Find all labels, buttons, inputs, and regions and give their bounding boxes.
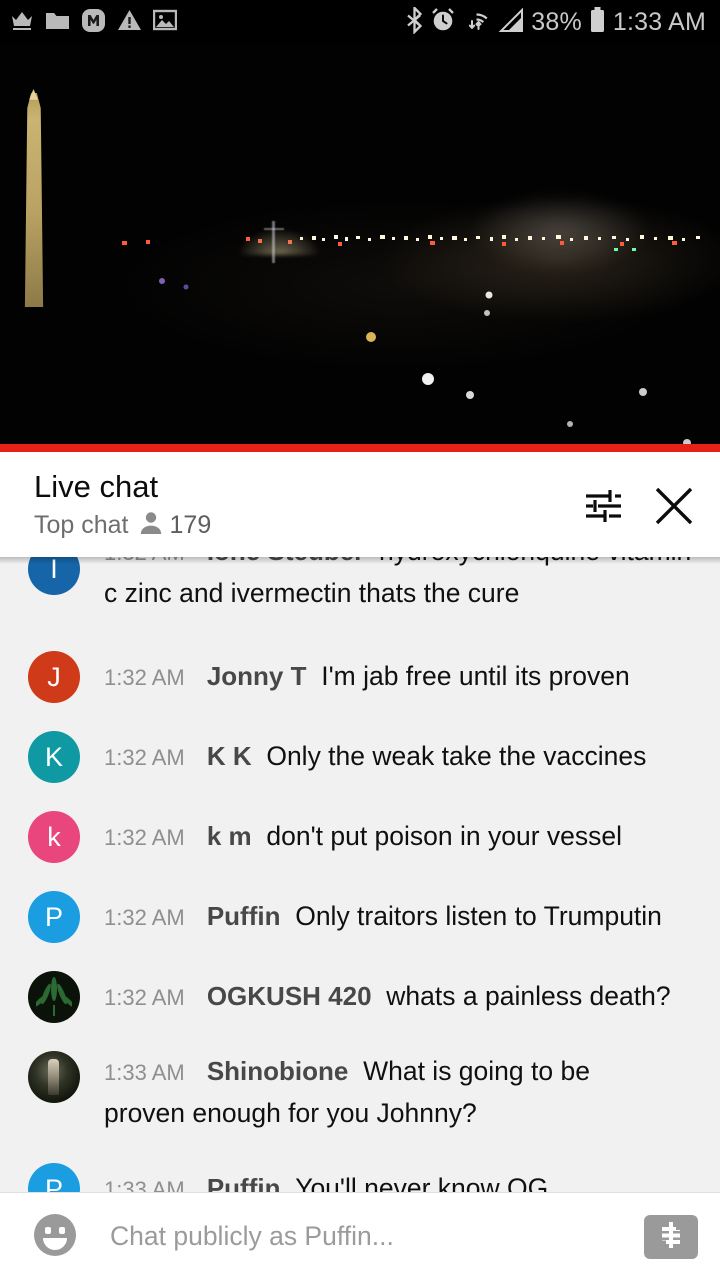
chat-header-subline: Top chat 179 <box>34 510 211 540</box>
avatar[interactable]: P <box>28 891 80 943</box>
status-bar-right-icons: 38% 1:33 AM <box>406 4 706 39</box>
status-bar: 38% 1:33 AM <box>0 0 720 45</box>
avatar-letter: J <box>47 661 61 692</box>
list-item[interactable]: P 1:32 AM Puffin Only traitors listen to… <box>0 877 720 957</box>
image-icon <box>152 9 178 36</box>
building-dome-light <box>238 229 320 255</box>
avatar-letter: P <box>44 901 63 932</box>
avatar-letter: I <box>50 557 58 584</box>
message-text: don't put poison in your vessel <box>266 821 623 851</box>
chat-input[interactable] <box>82 1221 644 1252</box>
antenna-crossbar <box>264 228 284 230</box>
live-chat-header: Live chat Top chat 179 <box>0 452 720 557</box>
page-title: Live chat <box>34 469 159 504</box>
list-item[interactable]: J 1:32 AM Jonny T I'm jab free until its… <box>0 637 720 717</box>
message-text: whats a painless death? <box>386 981 671 1011</box>
message-text: You'll never know OG <box>295 1173 549 1192</box>
avatar[interactable] <box>28 1051 80 1103</box>
message-body: 1:32 AM k m don't put poison in your ves… <box>80 816 630 858</box>
viewer-count-group: 179 <box>139 510 212 540</box>
crown-icon <box>10 9 34 36</box>
emoji-smiley-icon <box>31 1211 79 1262</box>
message-body: 1:33 AM Puffin You'll never know OG <box>80 1168 556 1192</box>
message-timestamp: 1:32 AM <box>104 665 185 690</box>
list-item[interactable]: P 1:33 AM Puffin You'll never know OG <box>0 1149 720 1192</box>
message-body: 1:32 AM OGKUSH 420 whats a painless deat… <box>80 976 679 1018</box>
cell-signal-icon <box>498 7 524 38</box>
message-timestamp: 1:33 AM <box>104 1177 185 1192</box>
avatar[interactable]: I <box>28 557 80 595</box>
avatar-letter: k <box>47 821 61 852</box>
message-author[interactable]: K K <box>207 741 252 771</box>
message-timestamp: 1:32 AM <box>104 905 185 930</box>
avatar[interactable]: P <box>28 1163 80 1192</box>
list-item[interactable]: K 1:32 AM K K Only the weak take the vac… <box>0 717 720 797</box>
clock-time: 1:33 AM <box>612 8 706 36</box>
person-icon <box>139 510 163 540</box>
message-text: hydroxychloriquine vitamin c zinc and iv… <box>104 557 691 608</box>
video-progress-bar[interactable] <box>0 444 720 452</box>
message-author[interactable]: Shinobione <box>207 1056 349 1086</box>
list-item[interactable]: 1:33 AM Shinobione What is going to be p… <box>0 1037 720 1149</box>
message-body: 1:32 AM Puffin Only traitors listen to T… <box>80 896 670 938</box>
message-body: 1:32 AM K K Only the weak take the vacci… <box>80 736 654 778</box>
alarm-clock-icon <box>430 7 456 38</box>
avatar[interactable]: k <box>28 811 80 863</box>
message-body: 1:32 AM Jonny T I'm jab free until its p… <box>80 656 638 698</box>
message-author[interactable]: k m <box>207 821 252 851</box>
message-author[interactable]: Jonny T <box>207 661 307 691</box>
emoji-picker-button[interactable] <box>28 1210 82 1264</box>
list-item[interactable]: k 1:32 AM k m don't put poison in your v… <box>0 797 720 877</box>
message-text: Only the weak take the vaccines <box>266 741 647 771</box>
viewer-count: 179 <box>169 510 212 539</box>
message-body: 1:32 AM Ione Steuber hydroxychloriquine … <box>80 557 702 613</box>
message-body: 1:33 AM Shinobione What is going to be p… <box>80 1051 702 1133</box>
message-text: I'm jab free until its proven <box>321 661 630 691</box>
close-chat-button[interactable] <box>650 482 698 533</box>
chat-header-actions <box>580 470 698 533</box>
list-item[interactable]: I 1:32 AM Ione Steuber hydroxychloriquin… <box>0 557 720 637</box>
list-item[interactable]: 1:32 AM OGKUSH 420 whats a painless deat… <box>0 957 720 1037</box>
avatar-letter: K <box>44 741 63 772</box>
message-author[interactable]: Ione Steuber <box>207 557 364 566</box>
message-author[interactable]: OGKUSH 420 <box>207 981 372 1011</box>
chat-header-titles: Live chat Top chat 179 <box>34 469 211 540</box>
message-timestamp: 1:33 AM <box>104 1060 185 1085</box>
battery-percent: 38% <box>531 8 582 36</box>
message-timestamp: 1:32 AM <box>104 557 185 565</box>
m-badge-icon <box>81 8 106 38</box>
avatar-photo-figure <box>48 1059 59 1095</box>
message-timestamp: 1:32 AM <box>104 745 185 770</box>
avatar[interactable]: J <box>28 651 80 703</box>
dollar-superchat-icon <box>656 1220 686 1253</box>
foreground-lights <box>159 278 691 447</box>
bluetooth-icon <box>406 4 423 39</box>
status-bar-left-icons <box>10 8 178 38</box>
folder-icon <box>45 10 70 36</box>
message-timestamp: 1:32 AM <box>104 825 185 850</box>
live-video-player[interactable] <box>0 45 720 452</box>
close-icon <box>650 482 698 533</box>
superchat-button[interactable] <box>644 1214 698 1259</box>
message-author[interactable]: Puffin <box>207 901 281 931</box>
city-lights <box>0 221 720 257</box>
chat-input-bar <box>0 1192 720 1280</box>
message-text: Only traitors listen to Trumputin <box>295 901 662 931</box>
battery-icon <box>590 7 605 38</box>
tune-sliders-icon <box>580 484 624 531</box>
chat-settings-button[interactable] <box>580 484 624 531</box>
message-author[interactable]: Puffin <box>207 1173 281 1192</box>
live-chat-message-list[interactable]: I 1:32 AM Ione Steuber hydroxychloriquin… <box>0 557 720 1192</box>
chat-mode-label[interactable]: Top chat <box>34 511 129 540</box>
warning-triangle-icon <box>117 9 142 36</box>
avatar[interactable] <box>28 971 80 1023</box>
avatar-letter: P <box>44 1173 63 1192</box>
wifi-data-icon <box>463 8 491 38</box>
message-timestamp: 1:32 AM <box>104 985 185 1010</box>
avatar[interactable]: K <box>28 731 80 783</box>
